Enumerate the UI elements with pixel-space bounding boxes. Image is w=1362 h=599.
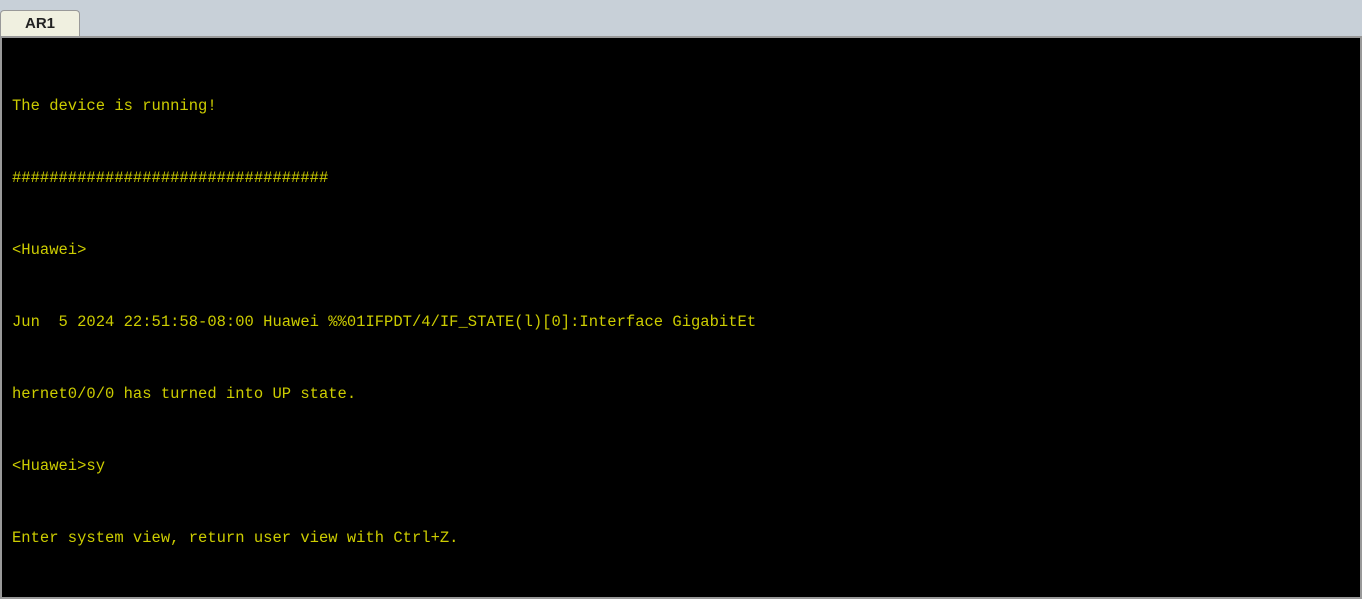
terminal-screen[interactable]: The device is running! #################… [0,36,1362,599]
main-window: AR1 The device is running! #############… [0,0,1362,599]
tab-ar1[interactable]: AR1 [0,10,80,36]
terminal-line-3: <Huawei> [12,238,1350,262]
terminal-line-2: ################################## [12,166,1350,190]
terminal-output: The device is running! #################… [12,46,1350,599]
tab-bar: AR1 [0,0,1362,36]
terminal-line-1: The device is running! [12,94,1350,118]
terminal-line-6: <Huawei>sy [12,454,1350,478]
terminal-line-7: Enter system view, return user view with… [12,526,1350,550]
terminal-line-4: Jun 5 2024 22:51:58-08:00 Huawei %%01IFP… [12,310,1350,334]
terminal-line-5: hernet0/0/0 has turned into UP state. [12,382,1350,406]
